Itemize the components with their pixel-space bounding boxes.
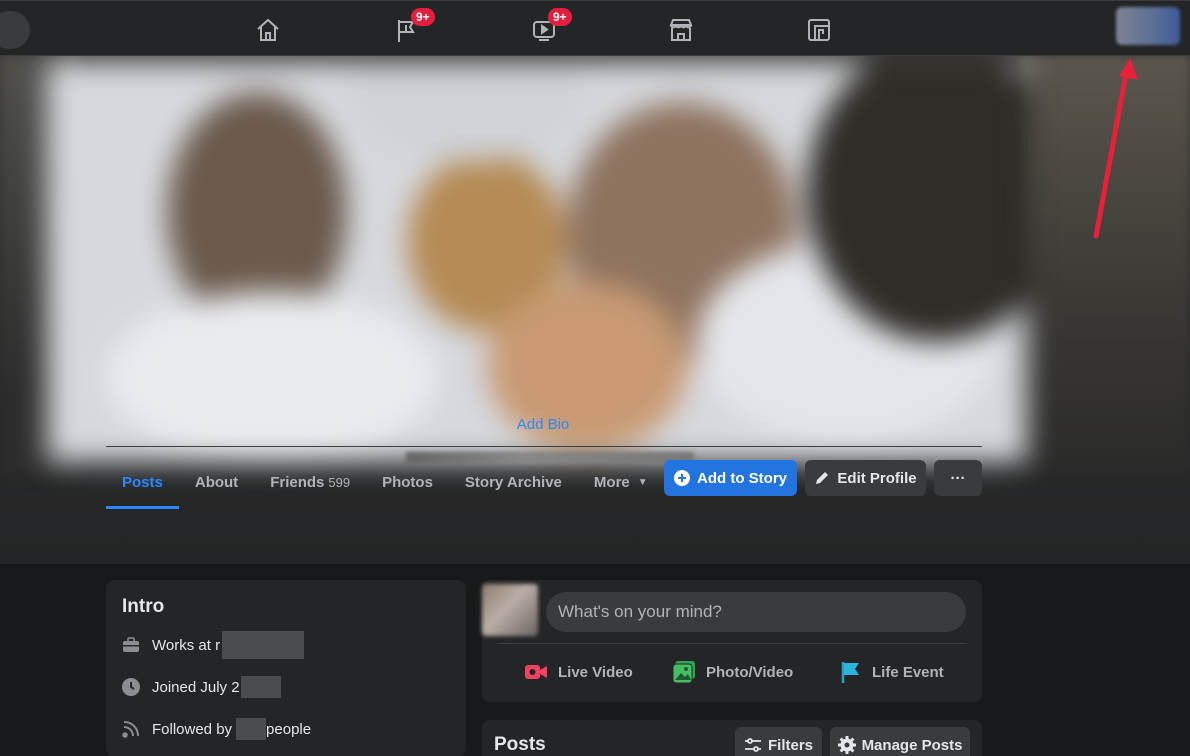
manage-posts-button[interactable]: Manage Posts	[830, 727, 970, 756]
sliders-icon	[744, 737, 762, 753]
button-label: Filters	[767, 736, 813, 754]
ellipsis-icon: ···	[950, 469, 966, 487]
intro-work-row: Works at r	[120, 631, 305, 659]
redacted-block	[236, 718, 267, 740]
flag-icon	[840, 660, 862, 684]
add-to-story-button[interactable]: Add to Story	[664, 460, 797, 496]
filters-button[interactable]: Filters	[735, 727, 822, 756]
edit-profile-button[interactable]: Edit Profile	[805, 460, 926, 496]
cover-photo[interactable]	[47, 62, 1027, 462]
caret-down-icon: ▼	[637, 476, 648, 488]
plus-circle-icon	[674, 470, 690, 486]
rss-feed-icon	[120, 718, 142, 740]
photo-icon	[672, 660, 696, 684]
intro-followed-suffix: people	[266, 720, 312, 738]
divider	[106, 446, 982, 447]
tab-more[interactable]: More ▼	[578, 456, 664, 508]
top-navigation-bar: 9+ 9+	[0, 0, 1190, 56]
search-button[interactable]	[0, 11, 30, 49]
tab-label: More	[593, 473, 630, 491]
tab-about[interactable]: About	[179, 456, 254, 508]
photo-video-button[interactable]: Photo/Video	[672, 658, 793, 686]
clock-icon	[120, 676, 142, 698]
intro-followed-text: Followed by	[152, 720, 233, 738]
action-label: Live Video	[558, 663, 633, 681]
tab-story-archive[interactable]: Story Archive	[449, 456, 578, 508]
pages-flag-icon[interactable]: 9+	[392, 8, 435, 45]
life-event-button[interactable]: Life Event	[840, 658, 944, 686]
marketplace-icon[interactable]	[666, 15, 696, 45]
tab-photos[interactable]: Photos	[366, 456, 449, 508]
notification-badge: 9+	[548, 8, 572, 26]
post-composer-card: What's on your mind? Live Video Photo/Vi…	[482, 580, 982, 702]
button-label: Manage Posts	[861, 736, 963, 754]
add-bio-link[interactable]: Add Bio	[0, 416, 1086, 433]
tab-label: Story Archive	[464, 473, 562, 491]
tab-label: Posts	[122, 473, 163, 491]
intro-followers-row: Followed by people	[120, 716, 311, 742]
intro-title: Intro	[122, 596, 165, 617]
whats-on-your-mind-input[interactable]: What's on your mind?	[546, 592, 966, 632]
tab-friends[interactable]: Friends 599	[254, 456, 366, 508]
gaming-icon[interactable]	[804, 15, 834, 45]
gear-icon	[837, 736, 856, 754]
composer-avatar[interactable]	[482, 584, 538, 636]
intro-card: Intro Works at r Joined July 2 Followed …	[106, 580, 466, 756]
button-label: Add to Story	[697, 469, 787, 487]
account-avatar[interactable]	[1116, 7, 1180, 45]
tab-label: About	[194, 473, 239, 491]
notification-badge: 9+	[411, 8, 435, 26]
live-video-icon	[524, 662, 548, 682]
action-label: Photo/Video	[706, 663, 794, 681]
posts-title: Posts	[494, 734, 546, 755]
briefcase-icon	[120, 634, 142, 656]
more-options-button[interactable]: ···	[934, 460, 982, 496]
home-icon[interactable]	[253, 15, 283, 45]
profile-tabs: Posts About Friends 599 Photos Story Arch…	[106, 456, 664, 509]
tab-label: Photos	[382, 473, 433, 491]
watch-icon[interactable]: 9+	[529, 8, 572, 45]
intro-joined-text: Joined July 2	[152, 678, 240, 696]
live-video-button[interactable]: Live Video	[524, 658, 633, 686]
intro-work-text: Works at r	[152, 636, 221, 654]
redacted-block	[222, 631, 305, 659]
redacted-block	[240, 676, 281, 698]
tab-posts[interactable]: Posts	[106, 456, 179, 509]
button-label: Edit Profile	[837, 469, 917, 487]
action-label: Life Event	[872, 663, 944, 681]
annotation-arrow	[1093, 58, 1138, 239]
intro-joined-row: Joined July 2	[120, 674, 281, 700]
tab-label: Friends	[270, 473, 325, 491]
pencil-icon	[814, 470, 830, 486]
friends-count: 599	[328, 474, 351, 490]
divider	[498, 643, 966, 644]
posts-header-card: Posts Filters Manage Posts	[482, 720, 982, 756]
